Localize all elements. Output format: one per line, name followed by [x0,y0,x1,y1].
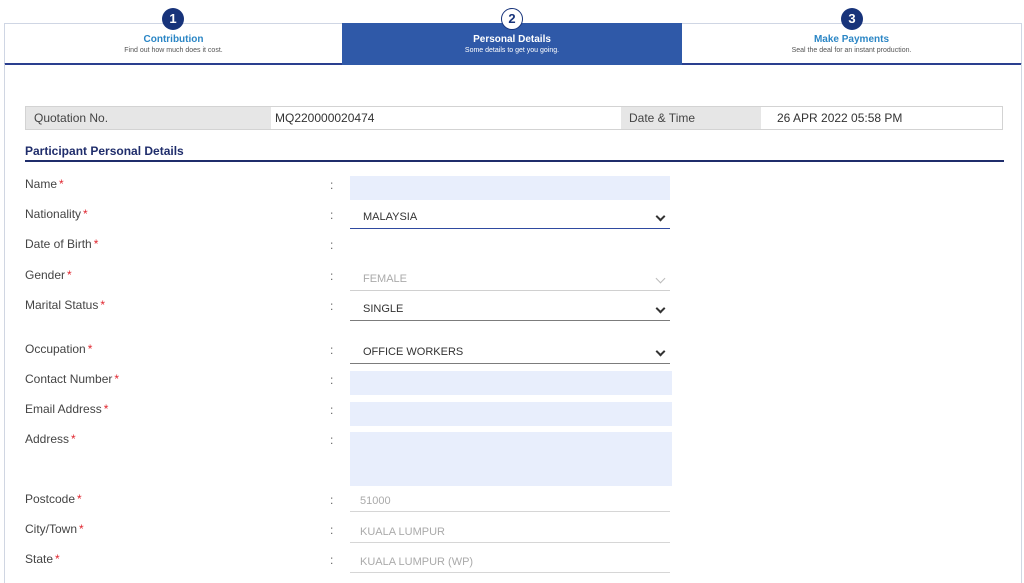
colon: : [330,238,334,252]
postcode-field: 51000 [350,490,670,512]
name-label: Name * [25,177,64,191]
colon: : [330,373,334,387]
contact-number-label: Contact Number * [25,372,120,386]
gender-select: FEMALE [350,267,670,291]
colon: : [330,299,334,313]
colon: : [330,523,334,537]
step-title: Make Payments [813,34,890,45]
required-mark: * [93,237,99,251]
city-town-field: KUALA LUMPUR [350,521,670,543]
gender-label: Gender * [25,268,72,282]
nationality-value: MALAYSIA [363,211,418,223]
step-number-badge: 2 [501,8,523,30]
colon: : [330,343,334,357]
colon: : [330,493,334,507]
chevron-down-icon [655,211,666,222]
nationality-label: Nationality * [25,207,88,221]
name-input[interactable] [350,176,670,200]
occupation-value: OFFICE WORKERS [363,346,464,358]
step-subtitle: Seal the deal for an instant production. [791,47,912,54]
required-mark: * [71,432,76,446]
marital-status-value: SINGLE [363,303,404,315]
colon: : [330,553,334,567]
contact-number-input[interactable] [350,371,672,395]
required-mark: * [103,402,109,416]
date-time-value: 26 APR 2022 05:58 PM [761,107,1002,129]
nationality-select[interactable]: MALAYSIA [350,205,670,229]
chevron-down-icon [655,303,666,314]
step-number-badge: 3 [841,8,863,30]
required-mark: * [79,522,84,536]
required-mark: * [59,177,64,191]
marital-status-select[interactable]: SINGLE [350,297,670,321]
required-mark: * [114,372,120,386]
email-address-input[interactable] [350,402,672,426]
colon: : [330,178,334,192]
quotation-no-value: MQ220000020474 [271,107,621,129]
state-field: KUALA LUMPUR (WP) [350,551,670,573]
step-subtitle: Some details to get you going. [464,47,560,54]
colon: : [330,433,334,447]
required-mark: * [55,552,60,566]
required-mark: * [77,492,82,506]
section-divider [25,160,1004,162]
chevron-down-icon [655,273,666,284]
postcode-label: Postcode * [25,492,82,506]
required-mark: * [87,342,93,356]
address-textarea[interactable] [350,432,672,486]
date-time-label: Date & Time [621,107,761,129]
colon: : [330,403,334,417]
quotation-no-label: Quotation No. [26,107,271,129]
city-town-label: City/Town * [25,522,84,536]
step-title: Contribution [143,34,204,45]
required-mark: * [100,298,106,312]
marital-status-label: Marital Status * [25,298,106,312]
email-address-label: Email Address * [25,402,109,416]
colon: : [330,208,334,222]
occupation-label: Occupation * [25,342,93,356]
dob-label: Date of Birth * [25,237,99,251]
address-label: Address * [25,432,76,446]
required-mark: * [83,207,88,221]
progress-stepper: Contribution Find out how much does it c… [4,0,1022,66]
state-label: State * [25,552,60,566]
step-subtitle: Find out how much does it cost. [124,47,223,54]
occupation-select[interactable]: OFFICE WORKERS [350,340,670,364]
step-number-badge: 1 [162,8,184,30]
colon: : [330,269,334,283]
section-title: Participant Personal Details [25,144,184,158]
gender-value: FEMALE [363,273,408,285]
chevron-down-icon [655,346,666,357]
required-mark: * [67,268,72,282]
step-title: Personal Details [473,34,551,45]
quotation-info-row: Quotation No. MQ220000020474 Date & Time… [25,106,1003,130]
